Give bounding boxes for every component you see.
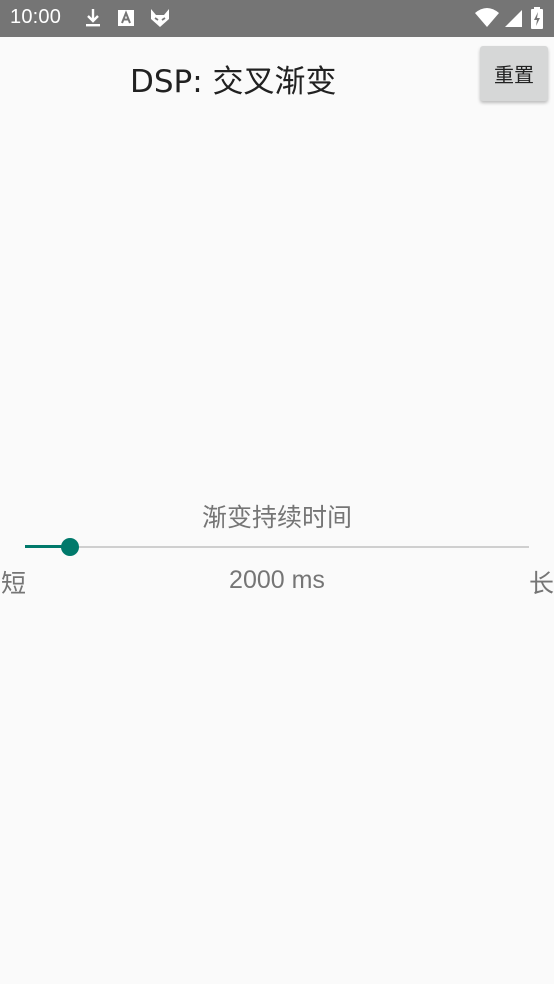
slider-track[interactable] [25, 546, 529, 548]
slider-max-label: 长 [528, 569, 554, 598]
page-title: DSP: 交叉渐变 [130, 64, 337, 100]
slider-label: 渐变持续时间 [201, 503, 352, 532]
signal-icon [503, 7, 525, 29]
slider-thumb[interactable] [61, 538, 79, 556]
screen: 10:00 DSP: 交叉渐变 重置 渐变持续时间 短 2000 ms 长 [0, 0, 554, 984]
a-icon [116, 7, 138, 29]
download-icon [82, 7, 104, 29]
slider-value: 2000 ms [229, 566, 325, 594]
wifi-icon [474, 7, 500, 29]
duration-slider[interactable] [25, 537, 529, 557]
status-bar: 10:00 [0, 0, 554, 37]
fox-icon [149, 7, 171, 29]
reset-button[interactable]: 重置 [480, 46, 548, 101]
status-time: 10:00 [10, 6, 62, 28]
battery-charging-icon [530, 7, 544, 29]
